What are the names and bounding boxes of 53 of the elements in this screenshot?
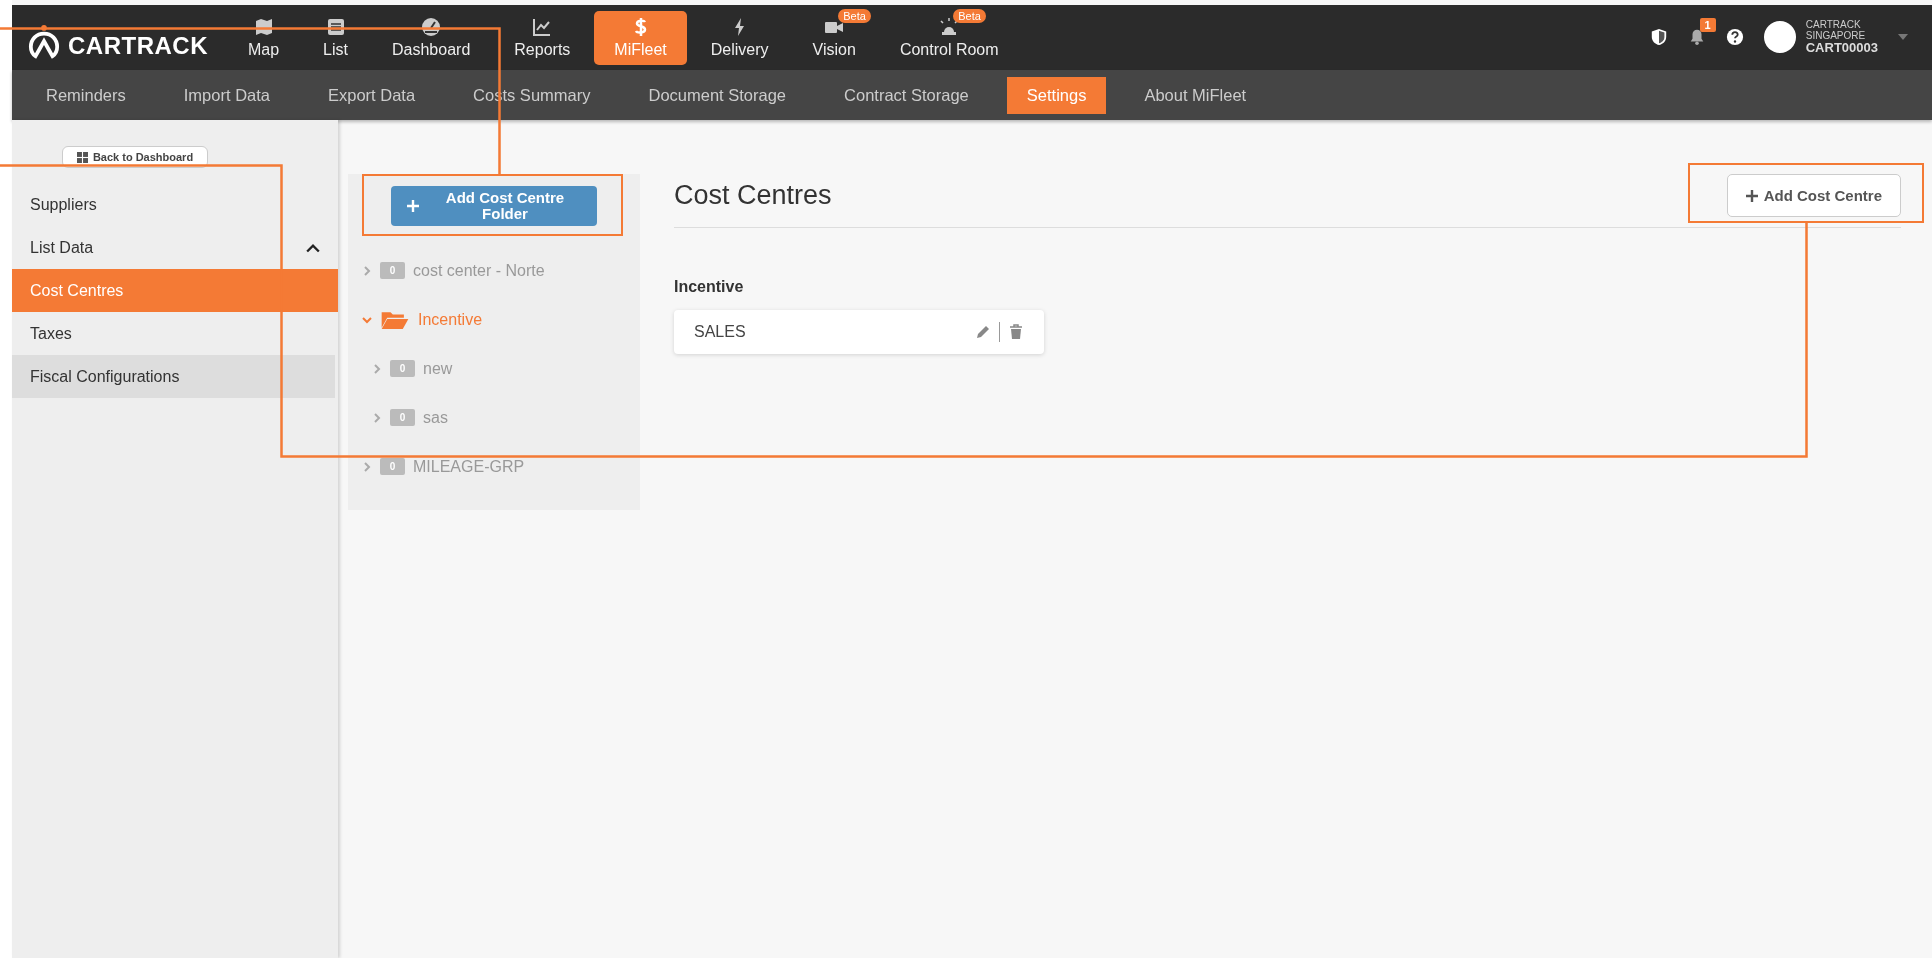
beta-badge: Beta [953,8,986,23]
folder-icon: 0 [390,360,415,377]
sidebar-item[interactable]: List Data [12,226,338,269]
add-cost-centre-button[interactable]: Add Cost Centre [1726,174,1901,217]
plus-icon [1745,189,1758,202]
page-title: Cost Centres [674,180,832,211]
chevron-right-icon[interactable] [372,363,382,374]
chevron-up-icon[interactable] [306,242,320,253]
nav-tab[interactable]: Reports [494,10,591,65]
shield-icon[interactable] [1649,28,1668,47]
nav-tab[interactable]: Beta Vision [792,10,876,65]
chart-icon [532,16,553,37]
help-icon[interactable] [1725,28,1744,47]
account-code: CART00003 [1805,41,1878,56]
group-title: Incentive [674,278,745,296]
company-name: CARTRACK [1805,19,1862,31]
trash-icon[interactable] [1008,324,1024,340]
folder-icon: 0 [380,262,405,279]
sub-nav-tab[interactable]: About MiFleet [1124,76,1267,114]
nav-tab[interactable]: Delivery [690,10,789,65]
grid-icon [76,151,88,163]
sub-nav-tab[interactable]: Import Data [163,76,290,114]
sub-nav-tab[interactable]: Contract Storage [824,76,989,114]
chevron-right-icon[interactable] [372,412,382,423]
logo-icon [28,24,60,60]
sidebar-item[interactable]: Taxes [12,312,338,355]
nav-tab[interactable]: List [303,10,368,65]
pencil-icon[interactable] [975,324,991,340]
region-name: SINGAPORE [1805,30,1867,42]
brand-name: CARTRACK [68,32,208,60]
sidebar-item[interactable]: Suppliers [12,183,338,226]
sub-nav-tab[interactable]: Reminders [26,76,146,114]
sidebar-item[interactable]: Fiscal Configurations [12,355,335,398]
avatar[interactable] [1763,21,1796,54]
sub-nav-tab[interactable]: Document Storage [628,76,807,114]
chevron-right-icon[interactable] [362,461,372,472]
map-icon [253,16,274,37]
beta-badge: Beta [838,8,871,23]
plus-icon [407,200,419,212]
nav-tab[interactable]: Beta Control Room [879,10,1019,65]
cost-centre-name: SALES [694,323,747,341]
notification-badge: 1 [1699,18,1716,33]
folder-icon: 0 [380,458,405,475]
folder-open-icon [380,309,410,330]
dropdown-caret-icon[interactable] [1898,34,1908,41]
chevron-right-icon[interactable] [362,265,372,276]
add-folder-button[interactable]: Add Cost Centre Folder [391,186,597,226]
chevron-down-icon[interactable] [362,314,372,325]
gauge-icon [421,16,442,37]
sub-nav-tab[interactable]: Export Data [308,76,436,114]
folder-icon: 0 [390,409,415,426]
nav-tab[interactable]: Map [228,10,300,65]
nav-tab[interactable]: Dashboard [372,10,491,65]
